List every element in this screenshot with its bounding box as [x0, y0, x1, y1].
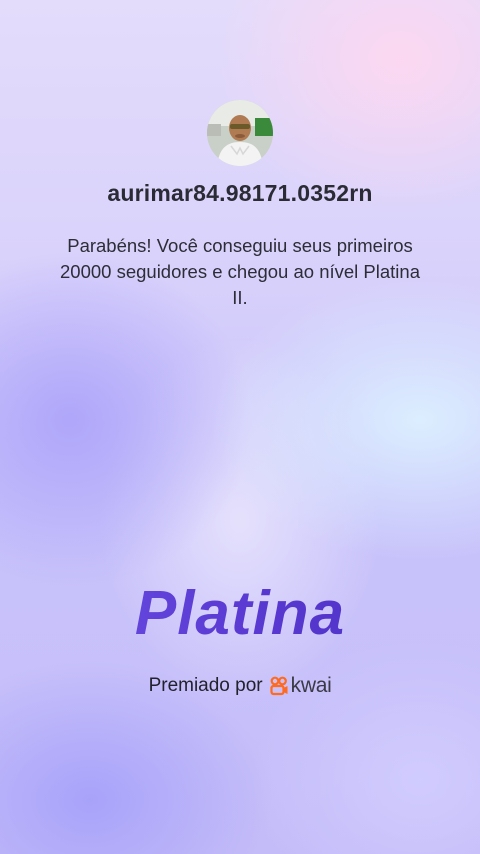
kwai-brand-name: kwai [290, 674, 332, 697]
kwai-brand: kwai [269, 674, 332, 698]
username: aurimar84.98171.0352rn [107, 180, 373, 206]
achievement-message: Parabéns! Você conseguiu seus primeiros … [60, 235, 420, 308]
level-title: Platina [0, 578, 480, 649]
awarded-by-label: Premiado por [148, 675, 263, 696]
kwai-logo-icon [270, 676, 288, 696]
user-avatar[interactable] [207, 100, 273, 166]
awarded-by-footer: Premiado por kwai [0, 674, 480, 698]
